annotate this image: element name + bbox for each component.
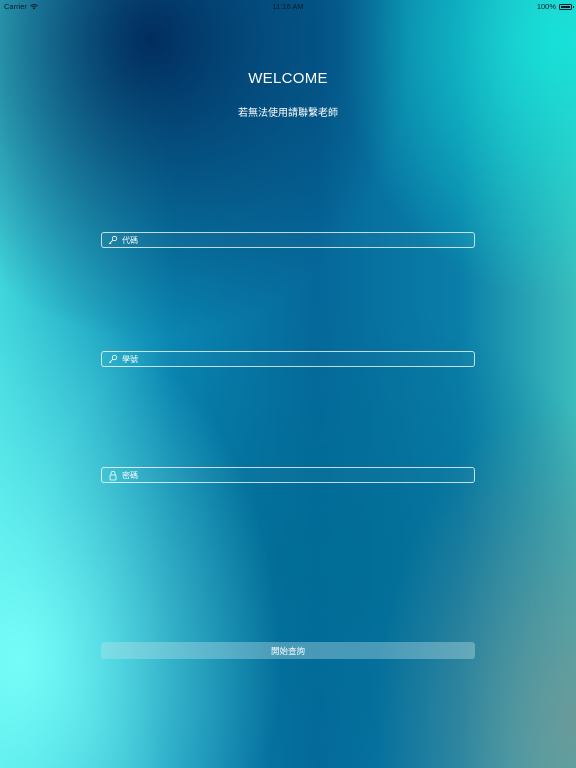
password-field[interactable]: [101, 467, 475, 483]
start-query-button[interactable]: 開始查詢: [101, 642, 475, 659]
login-screen: Carrier 11:16 AM 100% WELCOME 若無法使用請聯繫老師: [0, 0, 576, 768]
student-id-input[interactable]: [122, 353, 462, 365]
status-time: 11:16 AM: [272, 2, 304, 11]
contact-teacher-subtitle: 若無法使用請聯繫老師: [238, 108, 338, 119]
battery-percent: 100%: [536, 2, 556, 11]
welcome-title: WELCOME: [248, 70, 328, 87]
status-bar: Carrier 11:16 AM 100%: [0, 0, 576, 12]
key-icon: [107, 234, 119, 246]
code-input[interactable]: [122, 234, 462, 246]
password-input[interactable]: [122, 469, 462, 481]
code-field[interactable]: [101, 232, 475, 248]
student-id-field[interactable]: [101, 351, 475, 367]
key-icon: [107, 353, 119, 365]
lock-icon: [107, 469, 119, 481]
battery-icon: [559, 3, 574, 10]
status-right: 100%: [536, 2, 574, 11]
